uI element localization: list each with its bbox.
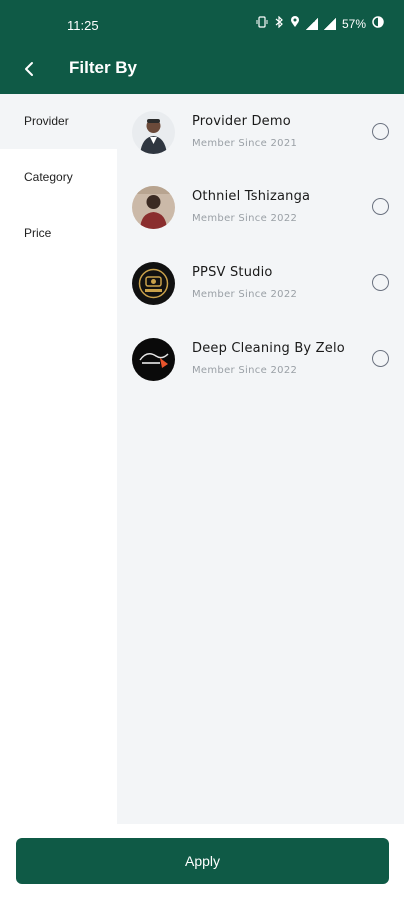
sidebar-item-label: Category xyxy=(24,170,73,184)
member-since: Member Since 2021 xyxy=(192,138,298,149)
member-since: Member Since 2022 xyxy=(192,365,298,376)
back-arrow-icon xyxy=(25,62,33,76)
page-title: Filter By xyxy=(69,58,138,77)
back-button[interactable] xyxy=(14,54,44,84)
provider-radio[interactable] xyxy=(372,274,389,291)
provider-item-othniel-tshizanga[interactable]: Othniel Tshizanga Member Since 2022 xyxy=(117,171,404,241)
provider-name: Othniel Tshizanga xyxy=(192,189,311,204)
status-time: 11:25 xyxy=(67,18,99,33)
wifi-icon xyxy=(305,17,318,30)
sidebar-item-label: Price xyxy=(24,226,52,240)
sidebar-item-category[interactable]: Category xyxy=(0,150,117,205)
avatar xyxy=(132,111,175,154)
app-bar: Filter By xyxy=(0,48,404,94)
status-bar: 11:25 57% xyxy=(0,0,404,48)
status-icons: 57% xyxy=(256,15,384,31)
sidebar-item-label: Provider xyxy=(24,114,69,128)
sidebar-item-provider[interactable]: Provider xyxy=(0,94,117,149)
provider-item-deep-cleaning-by-zelo[interactable]: Deep Cleaning By Zelo Member Since 2022 xyxy=(117,323,404,393)
bottom-bar: Apply xyxy=(0,824,404,900)
avatar xyxy=(132,186,175,229)
signal-icon xyxy=(323,17,336,30)
provider-name: Deep Cleaning By Zelo xyxy=(192,341,345,356)
member-since: Member Since 2022 xyxy=(192,289,298,300)
provider-radio[interactable] xyxy=(372,350,389,367)
provider-radio[interactable] xyxy=(372,198,389,215)
apply-button[interactable]: Apply xyxy=(16,838,389,884)
battery-text: 57% xyxy=(341,16,366,31)
member-since: Member Since 2022 xyxy=(192,213,298,224)
provider-name: Provider Demo xyxy=(192,114,291,129)
location-icon xyxy=(290,16,300,31)
avatar xyxy=(132,262,175,305)
bluetooth-icon xyxy=(274,15,284,31)
sidebar-item-price[interactable]: Price xyxy=(0,206,117,261)
filter-sidebar: Provider Category Price xyxy=(0,94,117,824)
avatar xyxy=(132,338,175,381)
provider-radio[interactable] xyxy=(372,123,389,140)
battery-icon xyxy=(372,16,384,31)
provider-item-provider-demo[interactable]: Provider Demo Member Since 2021 xyxy=(117,96,404,166)
provider-item-ppsv-studio[interactable]: PPSV Studio Member Since 2022 xyxy=(117,247,404,317)
provider-list: Provider Demo Member Since 2021 Othniel … xyxy=(117,94,404,824)
vibrate-icon xyxy=(256,16,268,31)
provider-name: PPSV Studio xyxy=(192,265,273,280)
